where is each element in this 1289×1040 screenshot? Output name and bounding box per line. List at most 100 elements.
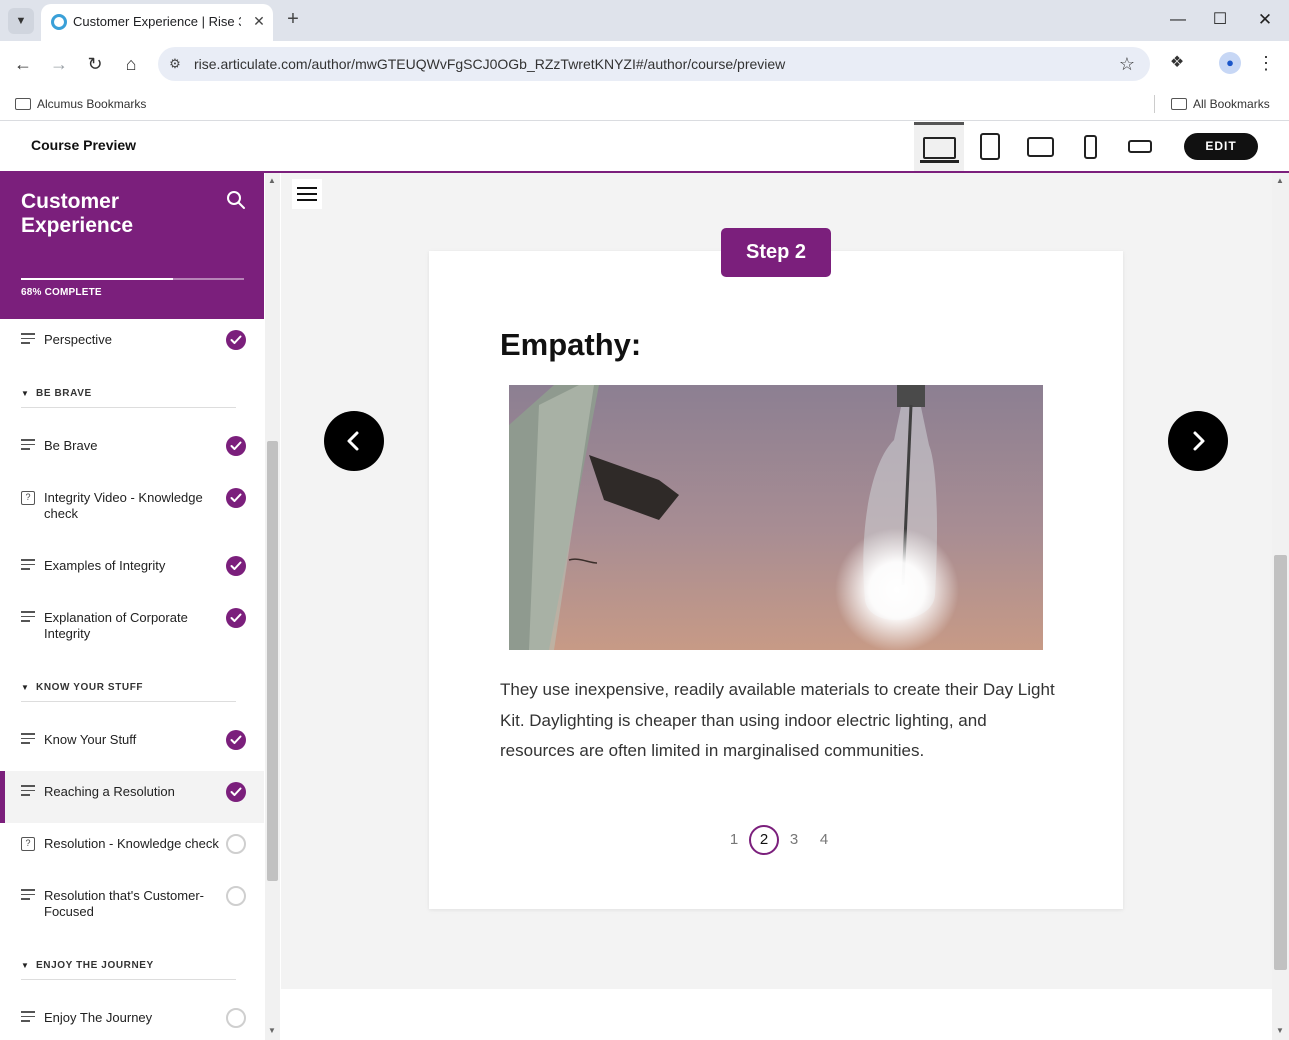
- sidebar-lesson-item[interactable]: Examples of Integrity: [0, 545, 264, 597]
- caret-down-icon: ▼: [21, 683, 29, 692]
- extensions-icon[interactable]: ❖: [1166, 52, 1188, 74]
- caret-down-icon: ▼: [21, 961, 29, 970]
- bottle-light-photo: [509, 385, 1043, 650]
- content-scrollbar[interactable]: ▲ ▼: [1272, 173, 1289, 1040]
- step-body-text: They use inexpensive, readily available …: [500, 680, 1055, 760]
- bookmarks-bar: Alcumus Bookmarks All Bookmarks: [0, 87, 1289, 121]
- tablet-landscape-icon: [1026, 136, 1054, 157]
- step-label-badge: Step 2: [721, 228, 831, 277]
- managed-folder-icon: [15, 98, 31, 110]
- text-lines-icon: [21, 1011, 35, 1025]
- sidebar-lesson-item[interactable]: Explanation of Corporate Integrity: [0, 597, 264, 665]
- device-desktop-button[interactable]: [914, 122, 964, 171]
- progress-bar-fill: [21, 278, 173, 280]
- text-lines-icon: [21, 611, 35, 625]
- home-icon[interactable]: ⌂: [119, 52, 143, 76]
- lesson-label: Resolution that's Customer-Focused: [44, 888, 204, 919]
- browser-tab[interactable]: Customer Experience | Rise 360 ✕: [41, 4, 273, 41]
- profile-avatar-icon[interactable]: ●: [1219, 52, 1241, 74]
- lesson-label: Resolution - Knowledge check: [44, 836, 219, 851]
- course-sidebar: Customer Experience 68% COMPLETE Perspec…: [0, 173, 264, 1040]
- browser-menu-icon[interactable]: ⋮: [1256, 52, 1276, 74]
- scroll-down-icon[interactable]: ▼: [268, 1026, 276, 1035]
- address-url[interactable]: rise.articulate.com/author/mwGTEUQWvFgSC…: [194, 56, 785, 72]
- laptop-icon: [919, 137, 959, 163]
- lesson-label: Reaching a Resolution: [44, 784, 175, 799]
- text-lines-icon: [21, 559, 35, 573]
- tab-title: Customer Experience | Rise 360: [73, 14, 241, 29]
- incomplete-circle-icon: [226, 834, 246, 854]
- text-lines-icon: [21, 733, 35, 747]
- sidebar-scrollbar[interactable]: ▲ ▼: [265, 173, 280, 1040]
- section-header[interactable]: ▼ KNOW YOUR STUFF: [0, 665, 264, 719]
- previous-step-button[interactable]: [324, 411, 384, 471]
- new-tab-icon[interactable]: +: [282, 8, 304, 30]
- content-scroll-thumb[interactable]: [1274, 555, 1287, 970]
- lesson-content: Empathy: They use inexpensive, readily a…: [281, 173, 1272, 1040]
- address-bar[interactable]: ⚙ rise.articulate.com/author/mwGTEUQWvFg…: [158, 47, 1150, 81]
- chevron-left-icon: [347, 431, 359, 451]
- phone-portrait-icon: [1083, 134, 1097, 159]
- chevron-right-icon: [1193, 431, 1205, 451]
- tab-close-icon[interactable]: ✕: [249, 11, 269, 31]
- sidebar-lesson-item[interactable]: ? Integrity Video - Knowledge check: [0, 477, 264, 545]
- device-phone-portrait-button[interactable]: [1065, 122, 1115, 171]
- bookmark-star-icon[interactable]: ☆: [1116, 53, 1138, 75]
- sidebar-lesson-item[interactable]: Know Your Stuff: [0, 719, 264, 771]
- page-4-button[interactable]: 4: [809, 825, 839, 855]
- device-phone-landscape-button[interactable]: [1115, 122, 1165, 171]
- sidebar-lesson-item[interactable]: ? Resolution - Knowledge check: [0, 823, 264, 875]
- browser-toolbar: ← → ↻ ⌂ ⚙ rise.articulate.com/author/mwG…: [0, 41, 1289, 87]
- window-maximize-icon[interactable]: ☐: [1205, 6, 1235, 34]
- page-1-button[interactable]: 1: [719, 825, 749, 855]
- page-title: Course Preview: [31, 137, 137, 153]
- page-2-button[interactable]: 2: [749, 825, 779, 855]
- step-pagination: 1234: [719, 825, 839, 855]
- window-close-icon[interactable]: ✕: [1250, 6, 1280, 34]
- text-lines-icon: [21, 333, 35, 347]
- sidebar-scroll-thumb[interactable]: [267, 441, 278, 881]
- bookmark-folder-alcumus[interactable]: Alcumus Bookmarks: [15, 96, 146, 112]
- quiz-icon: ?: [21, 491, 35, 505]
- site-settings-icon[interactable]: ⚙: [166, 55, 184, 73]
- step-heading: Empathy:: [500, 327, 642, 362]
- bookmark-folder-label: Alcumus Bookmarks: [37, 97, 147, 111]
- rise-favicon-icon: [51, 14, 67, 30]
- page-3-button[interactable]: 3: [779, 825, 809, 855]
- device-tablet-landscape-button[interactable]: [1015, 122, 1065, 171]
- progress-bar: [21, 278, 244, 280]
- reload-icon[interactable]: ↻: [83, 52, 107, 76]
- process-step-card: Empathy: They use inexpensive, readily a…: [429, 251, 1123, 909]
- scroll-up-icon[interactable]: ▲: [268, 176, 276, 185]
- course-outline: Perspective ▼ BE BRAVE Be Brave? Integrity V…: [0, 319, 264, 1040]
- section-header[interactable]: ▼ ENJOY THE JOURNEY: [0, 943, 264, 997]
- edit-button[interactable]: EDIT: [1184, 133, 1258, 160]
- all-bookmarks-button[interactable]: All Bookmarks: [1171, 96, 1270, 112]
- section-label: ENJOY THE JOURNEY: [36, 960, 154, 971]
- content-scroll-up-icon[interactable]: ▲: [1276, 176, 1284, 185]
- completed-check-icon: [226, 488, 246, 508]
- browser-tab-strip: ▼ Customer Experience | Rise 360 ✕ + — ☐…: [0, 0, 1289, 41]
- course-preview-header: Course Preview EDIT: [0, 122, 1289, 173]
- menu-toggle-icon[interactable]: [292, 179, 322, 209]
- sidebar-lesson-item[interactable]: Reaching a Resolution: [0, 771, 264, 823]
- text-lines-icon: [21, 439, 35, 453]
- bookmarks-divider: [1154, 95, 1155, 113]
- tablet-portrait-icon: [980, 133, 1000, 160]
- sidebar-lesson-item[interactable]: Resolution that's Customer-Focused: [0, 875, 264, 943]
- next-step-button[interactable]: [1168, 411, 1228, 471]
- completed-check-icon: [226, 330, 246, 350]
- section-header[interactable]: ▼ BE BRAVE: [0, 371, 264, 425]
- search-icon[interactable]: [225, 189, 247, 211]
- back-icon[interactable]: ←: [11, 52, 35, 76]
- forward-icon[interactable]: →: [47, 52, 71, 76]
- quiz-icon: ?: [21, 837, 35, 851]
- sidebar-lesson-item[interactable]: Enjoy The Journey: [0, 997, 264, 1040]
- sidebar-lesson-item[interactable]: Perspective: [0, 319, 264, 371]
- lesson-label: Integrity Video - Knowledge check: [44, 490, 203, 521]
- content-scroll-down-icon[interactable]: ▼: [1276, 1026, 1284, 1035]
- device-tablet-portrait-button[interactable]: [965, 122, 1015, 171]
- window-minimize-icon[interactable]: —: [1163, 6, 1193, 34]
- sidebar-lesson-item[interactable]: Be Brave: [0, 425, 264, 477]
- tab-search-button[interactable]: ▼: [8, 8, 34, 34]
